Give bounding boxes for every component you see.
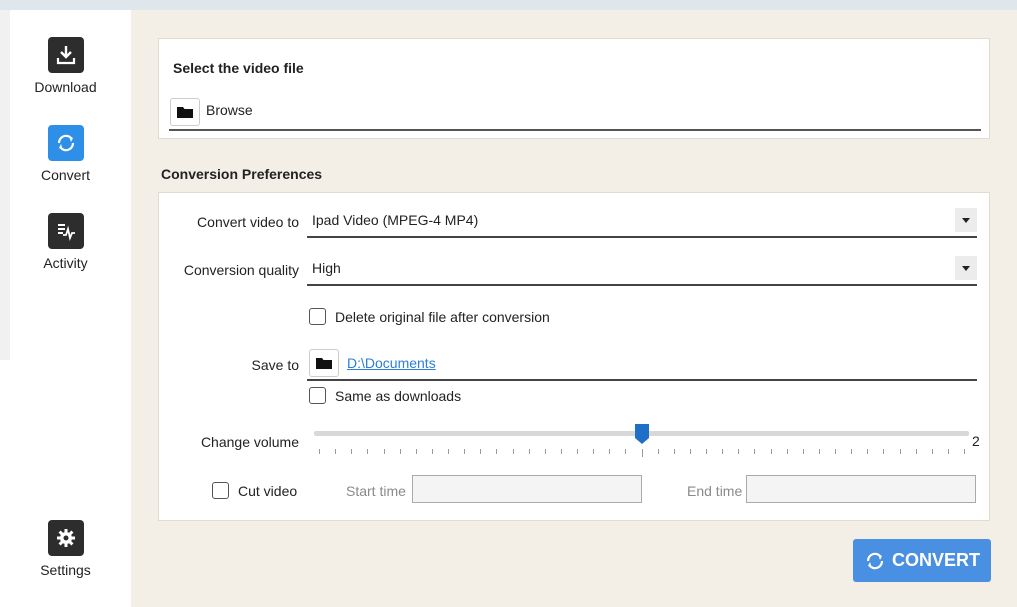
save-to-label: Save to [251,357,299,373]
checkbox-box[interactable] [309,387,326,404]
sidebar-item-label: Activity [43,255,88,271]
sidebar-item-convert[interactable]: Convert [0,125,131,183]
slider-tick [673,449,675,454]
quality-label: Conversion quality [183,262,299,278]
slider-tick [577,449,578,454]
slider-tick [415,449,417,454]
slider-tick [818,449,820,454]
checkbox-box[interactable] [212,482,229,499]
convert-to-select[interactable]: Ipad Video (MPEG-4 MP4) [307,204,977,238]
cut-video-label: Cut video [238,482,298,499]
slider-tick [754,449,756,454]
conversion-preferences-panel: Convert video to Ipad Video (MPEG-4 MP4)… [158,192,990,521]
same-as-downloads-label: Same as downloads [335,387,462,404]
slider-tick [448,449,449,454]
volume-slider-thumb[interactable] [634,424,649,444]
conversion-preferences-title: Conversion Preferences [161,166,323,182]
main-content: Select the video file Browse Conversion … [131,10,1017,607]
folder-icon [177,107,193,118]
slider-tick [528,449,530,454]
checkbox-box[interactable] [309,308,326,325]
slider-tick [883,449,885,454]
same-as-downloads-checkbox[interactable]: Same as downloads [309,387,461,404]
title-bar [0,0,1017,10]
sidebar-item-label: Convert [40,167,91,183]
slider-tick [367,449,369,454]
start-time-label: Start time [346,483,406,499]
slider-tick [560,449,562,454]
slider-tick [593,449,595,454]
slider-tick [609,449,611,454]
slider-tick [722,449,724,454]
sidebar-item-label: Download [34,79,97,95]
slider-tick [738,449,740,454]
slider-tick [512,449,514,454]
convert-button[interactable]: CONVERT [853,539,991,582]
sidebar: Download Convert Activity Settings [0,10,131,607]
save-to-path-link[interactable]: D:\Documents [347,355,436,371]
select-file-panel: Select the video file Browse [158,38,990,139]
slider-tick [947,449,949,454]
convert-to-value: Ipad Video (MPEG-4 MP4) [312,212,479,228]
end-time-label: End time [687,483,743,499]
delete-original-label: Delete original file after conversion [335,308,550,325]
slider-tick [706,449,707,454]
volume-slider-ticks [319,449,965,457]
slider-tick [770,449,772,454]
slider-tick [689,449,691,454]
activity-icon [47,213,84,249]
slider-tick [657,449,659,454]
slider-tick [544,449,546,454]
slider-tick [851,449,853,454]
download-icon [47,37,84,73]
save-to-field[interactable]: D:\Documents [307,347,977,381]
slider-tick [399,449,401,454]
convert-to-label: Convert video to [197,214,299,230]
convert-icon [866,552,884,569]
end-time-input[interactable] [746,475,976,503]
sidebar-item-activity[interactable]: Activity [0,213,131,271]
slider-tick [641,449,643,457]
delete-original-checkbox[interactable]: Delete original file after conversion [309,308,550,325]
slider-tick [931,449,933,454]
cut-video-checkbox[interactable]: Cut video [212,482,297,499]
slider-tick [802,449,804,454]
dropdown-arrow-icon[interactable] [955,208,977,232]
slider-tick [480,449,482,454]
save-to-browse-button[interactable] [309,349,339,377]
select-file-title: Select the video file [173,60,304,76]
convert-icon [47,125,84,161]
slider-tick [351,449,353,454]
start-time-input[interactable] [412,475,642,503]
gear-icon [47,520,84,556]
sidebar-item-settings[interactable]: Settings [0,520,131,578]
slider-tick [431,449,433,454]
slider-tick [835,449,836,454]
slider-tick [319,449,320,454]
browse-label[interactable]: Browse [206,102,253,118]
browse-field[interactable]: Browse [169,95,981,131]
volume-value: 2 [972,433,980,449]
sidebar-item-download[interactable]: Download [0,37,131,95]
slider-tick [496,449,498,454]
folder-icon [316,358,332,369]
sidebar-item-label: Settings [40,562,91,578]
slider-tick [786,449,788,454]
browse-button[interactable] [170,98,200,126]
slider-tick [383,449,385,454]
slider-tick [964,449,965,454]
slider-tick [625,449,627,454]
volume-label: Change volume [200,434,299,450]
convert-button-label: CONVERT [891,550,980,570]
quality-value: High [312,260,341,276]
slider-tick [899,449,901,454]
slider-tick [464,449,466,454]
quality-select[interactable]: High [307,252,977,286]
slider-tick [335,449,337,454]
dropdown-arrow-icon[interactable] [955,256,977,280]
slider-tick [915,449,917,454]
slider-tick [867,449,869,454]
